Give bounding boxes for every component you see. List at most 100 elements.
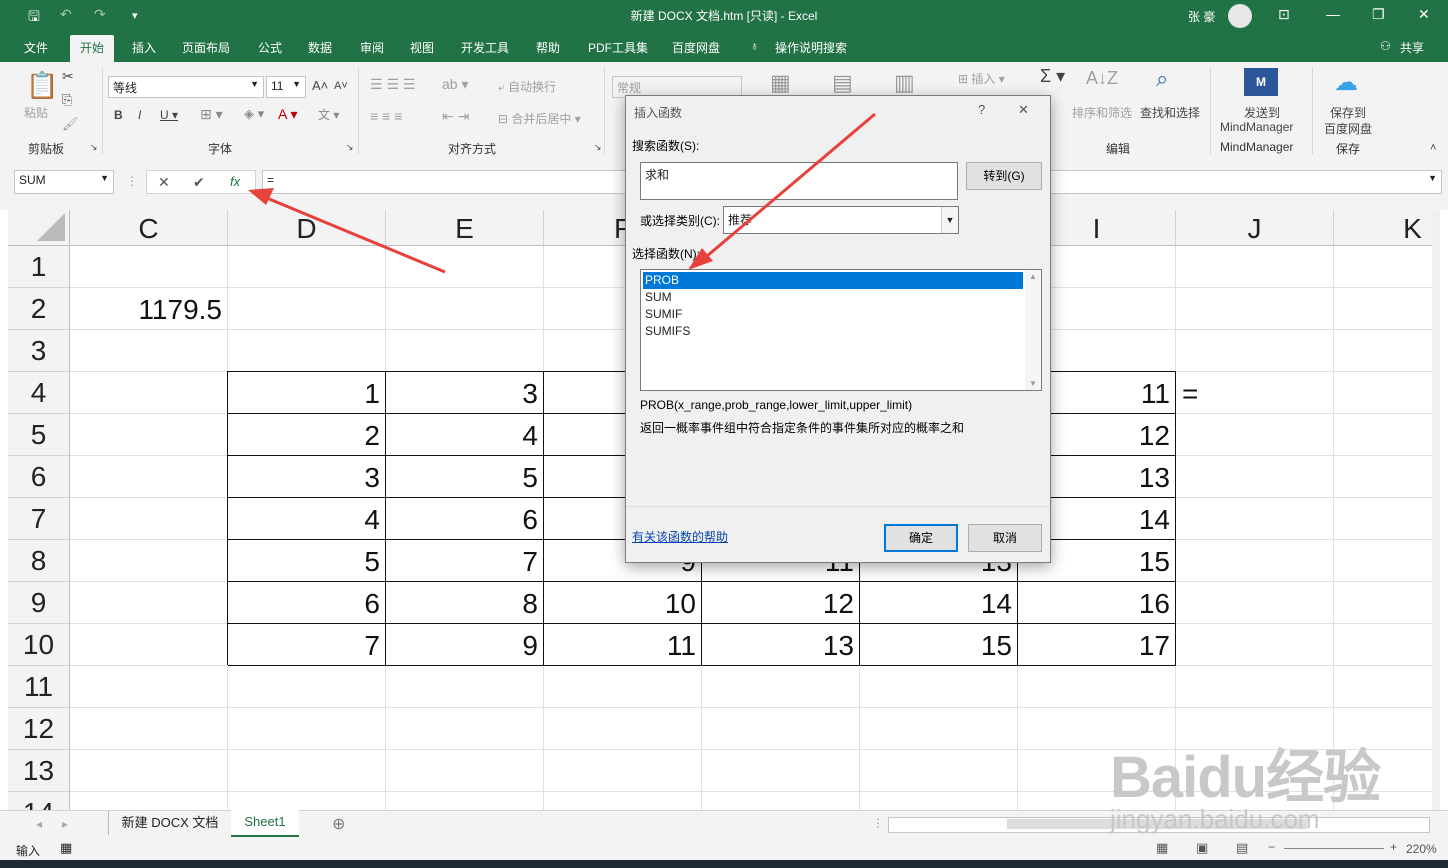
cell-d6[interactable]: 3 xyxy=(228,456,386,498)
cell-h9[interactable]: 14 xyxy=(860,582,1018,624)
row-header-10[interactable]: 10 xyxy=(8,624,70,666)
row-header-4[interactable]: 4 xyxy=(8,372,70,414)
zoom-level[interactable]: 220% xyxy=(1406,842,1437,856)
scroll-down-icon[interactable]: ▼ xyxy=(1029,379,1037,388)
bold-icon[interactable]: B xyxy=(114,108,123,122)
help-button[interactable]: ? xyxy=(978,102,985,117)
drag-handle-icon[interactable]: ⋮ xyxy=(126,174,138,188)
row-header-8[interactable]: 8 xyxy=(8,540,70,582)
align-top-icon[interactable]: ☰ ☰ ☰ xyxy=(370,76,415,93)
cut-icon[interactable]: ✂ xyxy=(62,68,74,85)
function-item-sum[interactable]: SUM xyxy=(643,289,1023,306)
column-header-e[interactable]: E xyxy=(386,210,544,246)
cancel-icon[interactable]: ✕ xyxy=(158,174,170,191)
zoom-in-icon[interactable]: + xyxy=(1390,840,1397,854)
tab-page-layout[interactable]: 页面布局 xyxy=(182,39,230,56)
go-button[interactable]: 转到(G) xyxy=(966,162,1042,190)
row-header-12[interactable]: 12 xyxy=(8,708,70,750)
orientation-icon[interactable]: ab ▾ xyxy=(442,76,469,93)
cell-e6[interactable]: 5 xyxy=(386,456,544,498)
row-header-1[interactable]: 1 xyxy=(8,246,70,288)
font-color-icon[interactable]: A ▾ xyxy=(278,106,297,123)
paste-icon[interactable]: 📋 xyxy=(26,70,58,101)
function-list[interactable]: ▲ ▼ PROB SUM SUMIF SUMIFS xyxy=(640,269,1042,391)
tab-developer[interactable]: 开发工具 xyxy=(461,39,509,56)
cancel-button[interactable]: 取消 xyxy=(968,524,1042,552)
borders-icon[interactable]: ⊞ ▾ xyxy=(200,106,223,123)
row-header-11[interactable]: 11 xyxy=(8,666,70,708)
indent-icon[interactable]: ⇤ ⇥ xyxy=(442,108,469,125)
autosum-icon[interactable]: Σ ▾ xyxy=(1040,66,1065,87)
font-name-select[interactable]: 等线 ▼ xyxy=(108,76,264,98)
baidu-cloud-icon[interactable]: ☁ xyxy=(1334,68,1358,97)
conditional-format-icon[interactable]: ▦ xyxy=(770,70,791,96)
cell-d4[interactable]: 1 xyxy=(228,372,386,414)
close-dialog-button[interactable]: ✕ xyxy=(1018,102,1029,118)
row-header-14[interactable]: 14 xyxy=(8,792,70,810)
cell-d5[interactable]: 2 xyxy=(228,414,386,456)
cell-f10[interactable]: 11 xyxy=(544,624,702,666)
tab-insert[interactable]: 插入 xyxy=(132,39,156,56)
add-sheet-icon[interactable]: ⊕ xyxy=(332,814,345,834)
column-header-k[interactable]: K xyxy=(1334,210,1440,246)
cell-d10[interactable]: 7 xyxy=(228,624,386,666)
function-item-sumif[interactable]: SUMIF xyxy=(643,306,1023,323)
row-header-7[interactable]: 7 xyxy=(8,498,70,540)
sort-filter-icon[interactable]: A↓Z xyxy=(1086,68,1118,89)
fill-color-icon[interactable]: ◈ ▾ xyxy=(244,106,264,122)
macro-record-icon[interactable]: ▦ xyxy=(60,840,72,856)
minimize-icon[interactable]: — xyxy=(1326,6,1340,22)
function-help-link[interactable]: 有关该函数的帮助 xyxy=(632,528,728,545)
cell-g10[interactable]: 13 xyxy=(702,624,860,666)
cell-d8[interactable]: 5 xyxy=(228,540,386,582)
next-sheet-icon[interactable]: ▸ xyxy=(62,817,68,831)
row-header-5[interactable]: 5 xyxy=(8,414,70,456)
tab-review[interactable]: 审阅 xyxy=(360,39,384,56)
mindmanager-label[interactable]: MindManager xyxy=(1220,120,1293,134)
name-box[interactable]: SUM ▼ xyxy=(14,170,114,194)
merge-center-button[interactable]: ⊟ 合并后居中 ▾ xyxy=(498,110,581,127)
tab-baidu-netdisk[interactable]: 百度网盘 xyxy=(672,39,720,56)
normal-view-icon[interactable]: ▦ xyxy=(1156,840,1168,856)
tab-view[interactable]: 视图 xyxy=(410,39,434,56)
insert-function-icon[interactable]: fx xyxy=(230,174,240,189)
find-icon[interactable]: ⌕ xyxy=(1156,66,1168,92)
decrease-font-icon[interactable]: A˅ xyxy=(334,80,348,92)
font-launcher-icon[interactable]: ↘ xyxy=(346,142,354,153)
ok-button[interactable]: 确定 xyxy=(884,524,958,552)
list-scrollbar[interactable]: ▲ ▼ xyxy=(1025,270,1041,390)
baidu-netdisk-label[interactable]: 百度网盘 xyxy=(1324,120,1372,137)
tab-help[interactable]: 帮助 xyxy=(536,39,560,56)
paste-label[interactable]: 粘贴 xyxy=(24,104,48,121)
sort-filter-label[interactable]: 排序和筛选 xyxy=(1072,104,1132,121)
cell-j4[interactable]: = xyxy=(1176,372,1334,414)
cell-e10[interactable]: 9 xyxy=(386,624,544,666)
page-break-view-icon[interactable]: ▤ xyxy=(1236,840,1248,856)
insert-cells-button[interactable]: ⊞ 插入 ▾ xyxy=(958,70,1005,87)
send-to-label[interactable]: 发送到 xyxy=(1244,104,1280,121)
find-select-label[interactable]: 查找和选择 xyxy=(1140,104,1200,121)
wrap-text-button[interactable]: ⤶ 自动换行 xyxy=(498,78,556,95)
cell-e4[interactable]: 3 xyxy=(386,372,544,414)
scroll-up-icon[interactable]: ▲ xyxy=(1029,272,1037,281)
enter-icon[interactable]: ✔ xyxy=(193,174,205,191)
cell-g9[interactable]: 12 xyxy=(702,582,860,624)
mindmanager-icon[interactable]: M xyxy=(1244,68,1278,96)
tab-home[interactable]: 开始 xyxy=(70,35,115,63)
row-header-6[interactable]: 6 xyxy=(8,456,70,498)
tab-data[interactable]: 数据 xyxy=(308,39,332,56)
cell-e8[interactable]: 7 xyxy=(386,540,544,582)
increase-font-icon[interactable]: A˄ xyxy=(312,78,328,93)
cell-e5[interactable]: 4 xyxy=(386,414,544,456)
cell-i10[interactable]: 17 xyxy=(1018,624,1176,666)
page-layout-view-icon[interactable]: ▣ xyxy=(1196,840,1208,856)
function-search-input[interactable]: 求和 xyxy=(640,162,958,200)
expand-formula-icon[interactable]: ▼ xyxy=(1428,173,1437,183)
font-size-select[interactable]: 11 ▼ xyxy=(266,76,306,98)
column-header-d[interactable]: D xyxy=(228,210,386,246)
share-button[interactable]: 共享 xyxy=(1400,39,1424,56)
cell-d7[interactable]: 4 xyxy=(228,498,386,540)
row-header-2[interactable]: 2 xyxy=(8,288,70,330)
function-item-prob[interactable]: PROB xyxy=(643,272,1023,289)
column-header-c[interactable]: C xyxy=(70,210,228,246)
